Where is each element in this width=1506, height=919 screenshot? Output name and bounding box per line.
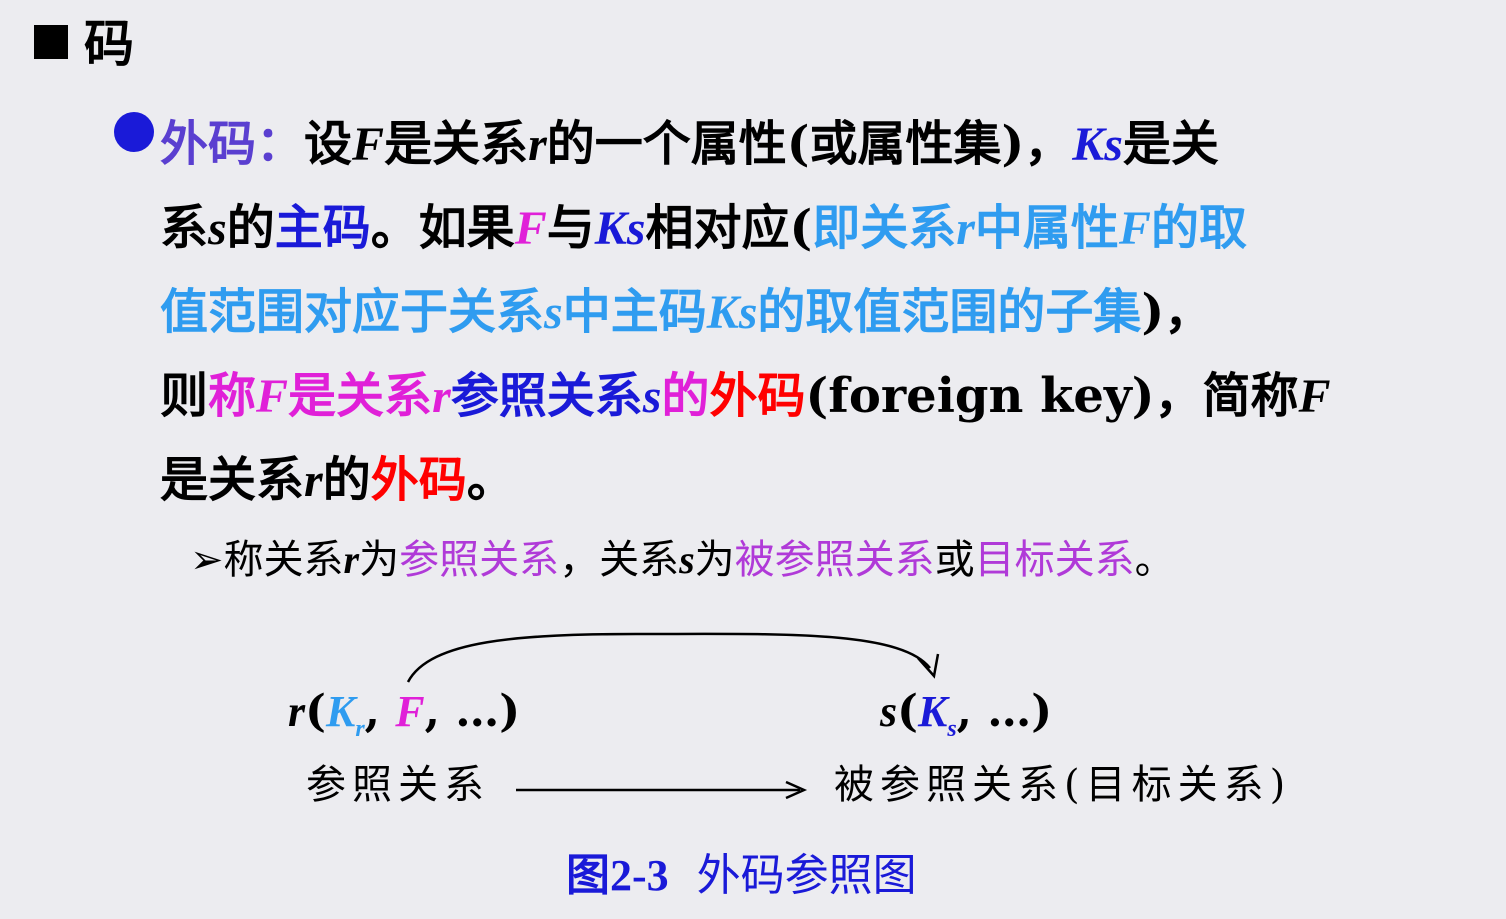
symbol-F: F [352,118,385,171]
reference-diagram [406,632,940,800]
symbol-s: s [679,537,695,582]
referencing-relation-label: 参照关系 [306,762,490,808]
arrow-bullet-icon: ➢ [190,537,224,583]
text-span: (foreign key)，简称 [805,368,1299,424]
text-span: 即关系 [812,200,957,256]
symbol-s: s [208,202,227,255]
text-span: 是关系 [160,452,305,508]
text-span: , …) [424,686,521,737]
symbol-F: F [1298,370,1331,423]
symbol-F: F [1118,202,1151,255]
text-span: 。如果 [370,200,515,256]
referenced-relation-label: 被参照关系(目标关系) [834,762,1292,808]
round-bullet-icon [114,112,154,152]
subscript-s: s [947,716,957,742]
symbol-s: s [880,687,898,736]
definition-line-5: 是关系r的外码。 [160,438,1450,522]
text-span: ( [305,686,326,737]
figure-title: 外码参照图 [696,850,917,901]
text-span: 的取 [1150,200,1247,256]
section-heading: 码 [34,14,134,74]
figure-number: 图2-3 [566,851,669,900]
symbol-s: s [642,370,662,423]
term-colon: ： [256,116,305,172]
text-span: 系 [160,200,209,256]
text-span: 中属性 [974,200,1119,256]
symbol-r: r [956,202,975,255]
square-bullet-icon [34,25,68,59]
text-span: 是关系 [384,116,529,172]
text-span: , …) [956,686,1053,737]
text-span: 的取值范围的子集 [757,284,1142,340]
note-line: ➢称关系r为参照关系，关系s为被参照关系或目标关系。 [190,532,1175,588]
text-span: 参照关系 [450,368,643,424]
relation-s-formula: s(Ks, …) [880,684,1052,757]
symbol-Ks: Ks [594,202,646,255]
referencing-relation-term: 参照关系 [399,537,560,583]
primary-key-term: 主码 [274,200,371,256]
text-span: 。 [1134,537,1175,583]
referenced-relation-term: 被参照关系 [734,537,935,583]
symbol-Ks: Ks [706,286,758,339]
text-span: 值范围对应于关系 [160,284,545,340]
text-span: ，关系 [559,537,680,583]
definition-line-3: 值范围对应于关系s中主码Ks的取值范围的子集)， [160,270,1450,354]
symbol-F: F [395,687,425,736]
symbol-r: r [288,687,306,736]
symbol-r: r [304,454,323,507]
definition-paragraph: 外码：设F是关系r的一个属性(或属性集)，Ks是关 系s的主码。如果F与Ks相对… [160,102,1450,522]
text-span: 为 [359,537,400,583]
symbol-K: K [325,687,356,736]
relation-r-formula: r(Kr, F, …) [288,684,520,757]
text-span: 设 [304,116,353,172]
definition-line-1: 外码：设F是关系r的一个属性(或属性集)，Ks是关 [160,102,1450,186]
text-span: 是关系 [288,368,433,424]
foreign-key-term: 外码 [709,368,806,424]
symbol-r: r [528,118,547,171]
foreign-key-term: 外码 [370,452,467,508]
symbol-Ks: Ks [1072,118,1123,171]
symbol-K: K [917,687,948,736]
symbol-F: F [256,370,289,423]
text-span: 的 [661,368,710,424]
text-span: 的 [322,452,371,508]
slide: 码 外码：设F是关系r的一个属性(或属性集)，Ks是关 系s的主码。如果F与Ks… [0,0,1506,919]
text-span: 的 [226,200,275,256]
text-span: 中主码 [562,284,707,340]
figure-caption: 图2-3 外码参照图 [566,846,917,906]
text-span: 称关系 [223,537,344,583]
subscript-r: r [355,716,365,742]
text-span: 为 [694,537,735,583]
text-span: 的一个属性(或属性集)， [546,116,1073,172]
definition-line-2: 系s的主码。如果F与Ks相对应(即关系r中属性F的取 [160,186,1450,270]
text-span: , [364,686,396,737]
text-span: ( [897,686,918,737]
text-span: )， [1141,284,1213,340]
text-span: 。 [466,452,515,508]
definition-line-4: 则称F是关系r参照关系s的外码(foreign key)，简称F [160,354,1450,438]
text-span: 则 [160,368,209,424]
text-span: 或 [934,537,975,583]
symbol-s: s [544,286,563,339]
text-span: 相对应( [645,200,813,256]
text-span: 是关 [1122,116,1219,172]
symbol-r: r [432,370,451,423]
term-foreign-key: 外码 [160,116,257,172]
reference-curve-arrow [406,632,931,683]
heading-title: 码 [84,14,134,73]
symbol-r: r [343,537,360,582]
text-span: 称 [208,368,257,424]
target-relation-term: 目标关系 [974,537,1135,583]
symbol-F: F [514,202,547,255]
text-span: 与 [546,200,595,256]
